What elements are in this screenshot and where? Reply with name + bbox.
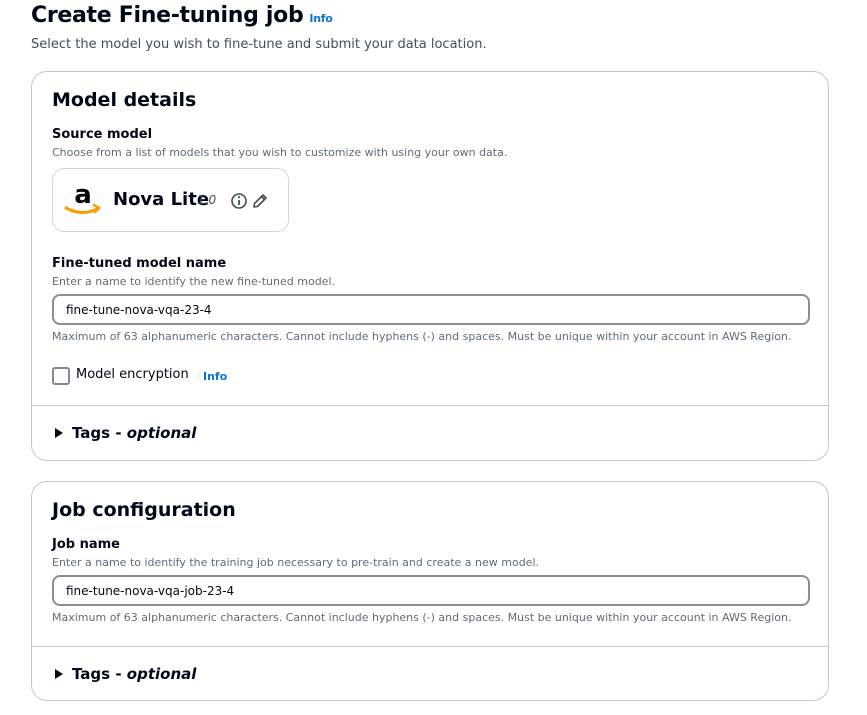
model-tags-separator: - — [115, 424, 122, 442]
model-details-title: Model details — [52, 89, 197, 111]
job-tags-separator: - — [115, 665, 122, 683]
amazon-logo-icon: a — [64, 180, 101, 214]
caret-right-icon — [55, 669, 63, 679]
page-info-link[interactable]: Info — [309, 12, 332, 25]
fine-tuned-name-input[interactable] — [52, 294, 810, 325]
job-tags-label: Tags - optional — [72, 665, 196, 683]
model-encryption-label[interactable]: Model encryption — [76, 367, 189, 382]
job-tags-optional: optional — [126, 665, 197, 683]
job-tags-divider — [32, 646, 828, 647]
model-encryption-checkbox[interactable] — [52, 367, 70, 385]
model-tags-label: Tags - optional — [72, 424, 196, 442]
page-subtitle: Select the model you wish to fine-tune a… — [31, 37, 487, 52]
pencil-icon[interactable] — [251, 192, 269, 210]
model-tags-title: Tags — [72, 424, 111, 442]
job-name-label: Job name — [52, 537, 120, 552]
model-name: Nova Lite — [113, 189, 210, 210]
tags-divider — [32, 405, 828, 406]
job-name-constraint: Maximum of 63 alphanumeric characters. C… — [52, 611, 792, 624]
amazon-logo-letter: a — [74, 180, 92, 210]
job-name-input[interactable] — [52, 575, 810, 606]
model-details-panel: Model details Source model Choose from a… — [31, 71, 829, 461]
caret-right-icon — [55, 428, 63, 438]
fine-tuned-name-label: Fine-tuned model name — [52, 256, 227, 271]
job-tags-title: Tags — [72, 665, 111, 683]
job-name-description: Enter a name to identify the training jo… — [52, 556, 539, 569]
source-model-card[interactable]: a Nova Lite 1.0 — [52, 168, 289, 232]
fine-tuned-name-description: Enter a name to identify the new fine-tu… — [52, 275, 335, 288]
model-encryption-info-link[interactable]: Info — [203, 370, 227, 383]
model-version: 1.0 — [197, 193, 217, 207]
job-configuration-panel: Job configuration Job name Enter a name … — [31, 481, 829, 701]
source-model-label: Source model — [52, 127, 153, 142]
info-circle-icon[interactable] — [230, 192, 248, 210]
model-tags-optional: optional — [126, 424, 197, 442]
page-title-text: Create Fine-tuning job — [31, 3, 304, 28]
fine-tuned-name-constraint: Maximum of 63 alphanumeric characters. C… — [52, 330, 792, 343]
page-title: Create Fine-tuning job Info — [31, 3, 333, 28]
source-model-description: Choose from a list of models that you wi… — [52, 146, 508, 159]
job-configuration-title: Job configuration — [52, 499, 236, 521]
